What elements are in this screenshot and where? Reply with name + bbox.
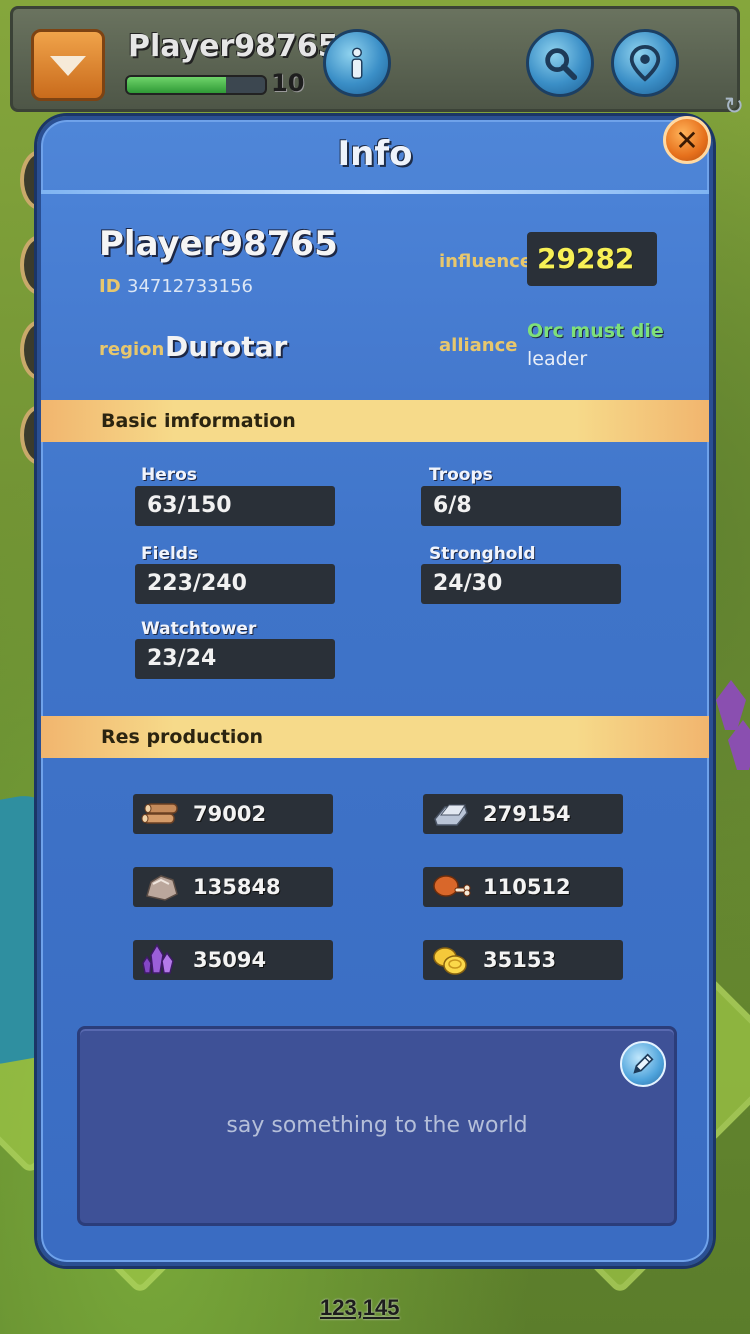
refresh-icon[interactable]: ↻ <box>721 93 747 119</box>
resource-stone-value: 135848 <box>193 875 281 899</box>
signature-box[interactable]: say something to the world <box>77 1026 677 1226</box>
resource-food: 110512 <box>423 867 623 907</box>
influence-value: 29282 <box>527 232 657 286</box>
resource-food-value: 110512 <box>483 875 571 899</box>
edit-signature-button[interactable] <box>620 1041 666 1087</box>
resource-gold: 35153 <box>423 940 623 980</box>
stat-value-watchtower: 23/24 <box>135 639 335 679</box>
stat-label-heros: Heros <box>141 465 197 485</box>
resource-stone: 135848 <box>133 867 333 907</box>
chevron-down-icon <box>50 56 86 76</box>
search-icon <box>545 48 578 81</box>
food-icon <box>431 871 471 903</box>
resource-wood-value: 79002 <box>193 802 267 826</box>
resource-iron: 279154 <box>423 794 623 834</box>
info-button[interactable] <box>323 29 391 97</box>
location-pin-icon <box>629 44 661 82</box>
player-level: 10 <box>271 69 305 97</box>
map-coordinates: 123,145 <box>320 1295 400 1320</box>
xp-bar-fill <box>127 77 227 93</box>
region-label: region <box>99 339 165 360</box>
search-button[interactable] <box>526 29 594 97</box>
close-icon: ✕ <box>675 123 699 157</box>
top-bar: Player98765 10 ↻ <box>10 6 744 119</box>
resource-wood: 79002 <box>133 794 333 834</box>
wood-icon <box>141 798 181 830</box>
stat-label-troops: Troops <box>429 465 493 485</box>
gold-icon <box>431 944 471 976</box>
alliance-label: alliance <box>439 335 518 356</box>
resource-crystal: 35094 <box>133 940 333 980</box>
signature-placeholder: say something to the world <box>226 1113 528 1138</box>
crystal-icon <box>141 943 181 976</box>
res-production-header: Res production <box>41 716 709 758</box>
stat-value-heros: 63/150 <box>135 486 335 526</box>
stone-icon <box>141 871 181 903</box>
alliance-role: leader <box>527 348 588 370</box>
stat-label-fields: Fields <box>141 544 199 564</box>
influence-label: influence <box>439 251 533 272</box>
close-button[interactable]: ✕ <box>663 116 711 164</box>
resource-gold-value: 35153 <box>483 948 557 972</box>
basic-info-header: Basic imformation <box>41 400 709 442</box>
stat-value-troops: 6/8 <box>421 486 621 526</box>
location-button[interactable] <box>611 29 679 97</box>
panel-title: Info <box>337 134 413 174</box>
iron-icon <box>431 798 471 830</box>
topbar-player-name: Player98765 <box>128 29 339 64</box>
menu-button[interactable] <box>31 29 105 101</box>
stat-label-watchtower: Watchtower <box>141 619 257 639</box>
resource-crystal-value: 35094 <box>193 948 267 972</box>
xp-bar <box>125 75 267 95</box>
region-value: Durotar <box>165 330 288 363</box>
resource-iron-value: 279154 <box>483 802 571 826</box>
info-panel: Info Player98765 ID 34712733156 influenc… <box>37 116 713 1266</box>
id-value: 34712733156 <box>127 276 253 297</box>
profile-player-name: Player98765 <box>99 224 338 264</box>
stat-value-stronghold: 24/30 <box>421 564 621 604</box>
id-label: ID <box>99 276 121 297</box>
alliance-name[interactable]: Orc must die <box>527 320 664 342</box>
stat-value-fields: 223/240 <box>135 564 335 604</box>
pencil-icon <box>633 1053 654 1074</box>
info-icon <box>351 47 363 79</box>
stat-label-stronghold: Stronghold <box>429 544 536 564</box>
